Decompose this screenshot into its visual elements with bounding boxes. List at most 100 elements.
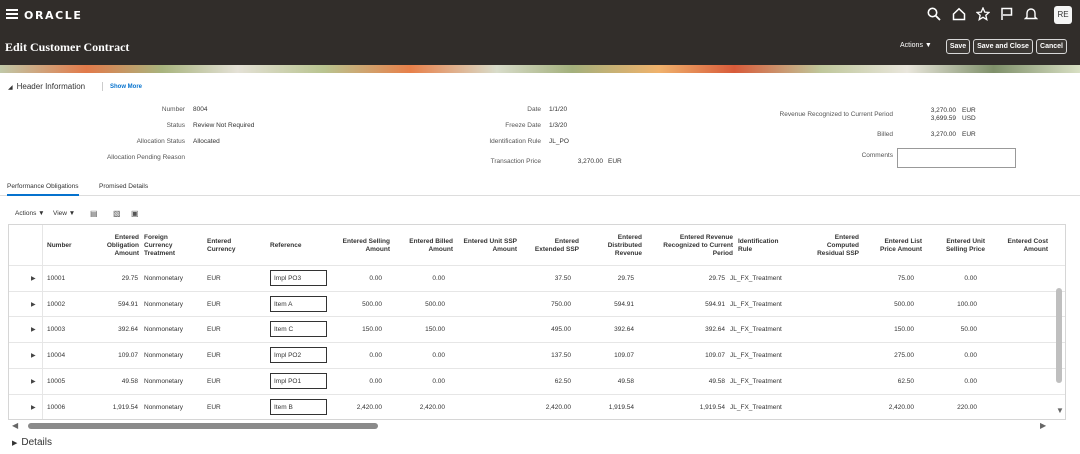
column-header-foreign-currency-treatment[interactable]: Foreign Currency Treatment: [144, 234, 189, 258]
comments-textarea[interactable]: [897, 148, 1016, 168]
flag-icon[interactable]: [999, 7, 1015, 23]
vertical-scrollbar-thumb[interactable]: [1056, 288, 1062, 383]
table-actions-menu[interactable]: Actions ▼: [15, 210, 45, 217]
row-expand-cell[interactable]: ▶: [9, 394, 43, 419]
row-expand-cell[interactable]: ▶: [9, 291, 43, 318]
scroll-down-icon[interactable]: ▼: [1056, 406, 1064, 415]
cell-entered-unit-selling-price: 0.00: [964, 352, 977, 360]
column-header-entered-unit-selling-price[interactable]: Entered Unit Selling Price: [930, 238, 985, 254]
menu-icon[interactable]: [6, 9, 18, 19]
column-header-entered-currency[interactable]: Entered Currency: [207, 238, 252, 254]
cell-identification-rule: JL_FX_Treatment: [730, 403, 782, 411]
expand-row-icon[interactable]: ▶: [31, 301, 36, 308]
tab-performance-obligations[interactable]: Performance Obligations: [7, 183, 79, 196]
detach-icon[interactable]: ▣: [131, 209, 141, 218]
cell-entered-list-price-amount: 275.00: [894, 352, 914, 360]
table-row[interactable]: ▶ 10006 1,919.54 Nonmonetary EUR 2,420.00 2,42…: [9, 393, 1065, 419]
header-information-toggle[interactable]: ◢ Header Information: [8, 82, 85, 91]
row-expand-cell[interactable]: ▶: [9, 266, 43, 292]
table-row[interactable]: ▶ 10003 392.64 Nonmonetary EUR 150.00 150.00 49…: [9, 316, 1065, 344]
reference-input[interactable]: Impl PO1: [270, 372, 327, 389]
table-row[interactable]: ▶ 10005 49.58 Nonmonetary EUR 0.00 0.00 62.50 49…: [9, 367, 1065, 395]
search-icon[interactable]: [926, 7, 942, 23]
expand-row-icon[interactable]: ▶: [31, 352, 36, 359]
freeze-date-label: Freeze Date: [505, 122, 541, 129]
expand-row-icon[interactable]: ▶: [31, 275, 36, 282]
header-select-cell: [9, 225, 43, 265]
cell-entered-currency: EUR: [207, 377, 221, 385]
page-title: Edit Customer Contract: [5, 40, 130, 54]
home-icon[interactable]: [951, 7, 967, 23]
cell-entered-extended-ssp: 62.50: [554, 377, 571, 385]
expand-row-icon[interactable]: ▶: [31, 378, 36, 385]
column-header-entered-revenue-recognized[interactable]: Entered Revenue Recognized to Current Pe…: [649, 234, 733, 258]
column-header-entered-list-price-amount[interactable]: Entered List Price Amount: [869, 238, 922, 254]
cell-entered-distributed-revenue: 392.64: [614, 326, 634, 334]
cell-number: 10004: [47, 352, 66, 360]
freeze-date-value: 1/3/20: [549, 122, 568, 129]
column-header-entered-obligation-amount[interactable]: Entered Obligation Amount: [99, 234, 139, 258]
row-expand-cell[interactable]: ▶: [9, 317, 43, 344]
performance-obligations-table: Number Entered Obligation Amount Foreign…: [8, 224, 1066, 420]
column-header-number[interactable]: Number: [47, 242, 72, 250]
details-toggle[interactable]: ▶ Details: [12, 437, 52, 448]
star-icon[interactable]: [975, 6, 991, 23]
cell-entered-revenue-recognized: 29.75: [708, 275, 725, 282]
cell-entered-currency: EUR: [207, 275, 221, 282]
divider: [102, 82, 103, 91]
reference-input[interactable]: Impl PO2: [270, 347, 327, 364]
user-avatar[interactable]: RE: [1054, 6, 1072, 24]
cell-number: 10001: [47, 275, 66, 282]
column-header-entered-computed-residual-ssp[interactable]: Entered Computed Residual SSP: [804, 234, 859, 258]
export-icon[interactable]: ▤: [90, 209, 100, 218]
reference-input[interactable]: Impl PO3: [270, 270, 327, 286]
number-value: 8004: [193, 106, 208, 113]
cell-entered-revenue-recognized: 392.64: [705, 326, 725, 334]
cell-entered-currency: EUR: [207, 326, 221, 334]
actions-menu-button[interactable]: Actions ▼: [900, 42, 932, 49]
column-header-entered-unit-ssp-amount[interactable]: Entered Unit SSP Amount: [462, 238, 517, 254]
horizontal-scrollbar[interactable]: ◀ ▶: [10, 421, 1050, 430]
reference-input[interactable]: Item C: [270, 321, 327, 338]
column-header-entered-cost-amount[interactable]: Entered Cost Amount: [994, 238, 1048, 254]
cell-entered-distributed-revenue: 594.91: [614, 300, 634, 308]
allocation-pending-reason-label: Allocation Pending Reason: [106, 154, 185, 161]
freeze-icon[interactable]: ▧: [113, 209, 123, 218]
scroll-left-icon[interactable]: ◀: [12, 421, 18, 430]
scroll-right-icon[interactable]: ▶: [1040, 421, 1046, 430]
expand-row-icon[interactable]: ▶: [31, 404, 36, 411]
column-header-reference[interactable]: Reference: [270, 242, 301, 250]
expand-row-icon[interactable]: ▶: [31, 326, 36, 333]
row-expand-cell[interactable]: ▶: [9, 343, 43, 370]
table-view-menu[interactable]: View ▼: [53, 210, 75, 217]
column-header-entered-distributed-revenue[interactable]: Entered Distributed Revenue: [594, 234, 642, 258]
cell-entered-obligation-amount: 594.91: [118, 300, 138, 308]
column-header-identification-rule[interactable]: Identification Rule: [738, 238, 793, 254]
save-and-close-button[interactable]: Save and Close: [973, 39, 1033, 54]
tab-promised-details[interactable]: Promised Details: [99, 183, 148, 190]
cancel-button[interactable]: Cancel: [1036, 39, 1067, 54]
column-header-entered-billed-amount[interactable]: Entered Billed Amount: [397, 238, 453, 254]
identification-rule-value: JL_PO: [549, 138, 569, 145]
cell-entered-billed-amount: 0.00: [432, 275, 445, 282]
reference-input[interactable]: Item B: [270, 398, 327, 415]
table-row[interactable]: ▶ 10002 594.91 Nonmonetary EUR 500.00 500.00 75…: [9, 290, 1065, 318]
show-more-link[interactable]: Show More: [110, 84, 142, 90]
cell-entered-selling-amount: 0.00: [369, 352, 382, 360]
vertical-scrollbar[interactable]: ▼: [1056, 278, 1064, 418]
cell-number: 10005: [47, 377, 66, 385]
cell-entered-billed-amount: 500.00: [425, 300, 445, 308]
column-header-entered-selling-amount[interactable]: Entered Selling Amount: [327, 238, 390, 254]
reference-input[interactable]: Item A: [270, 295, 327, 312]
column-header-entered-extended-ssp[interactable]: Entered Extended SSP: [524, 238, 579, 254]
transaction-price-label: Transaction Price: [490, 158, 541, 165]
date-label: Date: [527, 106, 541, 113]
oracle-logo: ORACLE: [24, 9, 83, 22]
table-row[interactable]: ▶ 10001 29.75 Nonmonetary EUR 0.00 0.00 37.50 29…: [9, 265, 1065, 292]
horizontal-scrollbar-thumb[interactable]: [28, 423, 378, 429]
table-row[interactable]: ▶ 10004 109.07 Nonmonetary EUR 0.00 0.00 137.50…: [9, 342, 1065, 370]
row-expand-cell[interactable]: ▶: [9, 368, 43, 395]
bell-icon[interactable]: [1023, 7, 1039, 23]
save-button[interactable]: Save: [946, 39, 970, 54]
billed-value: 3,270.00: [930, 131, 956, 138]
